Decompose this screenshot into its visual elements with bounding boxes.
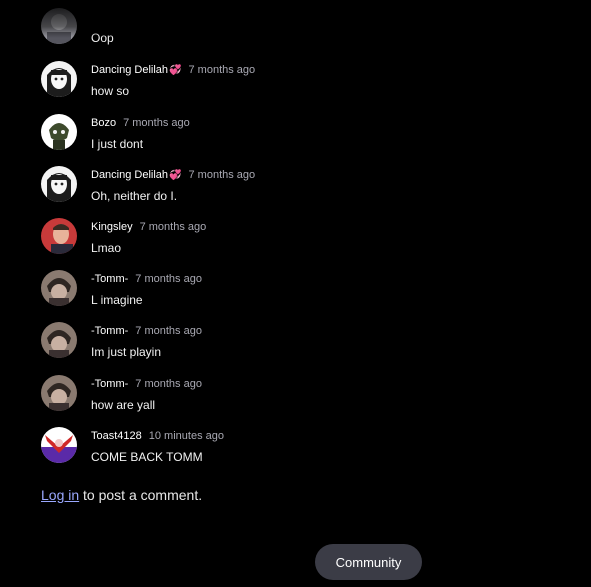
timestamp: 7 months ago bbox=[135, 325, 202, 337]
comment-item: Bozo 7 months ago I just dont bbox=[41, 114, 561, 154]
comment-item: Dancing Delilah💞 7 months ago Oh, neither… bbox=[41, 166, 561, 206]
comment-item: Oop bbox=[41, 8, 561, 48]
heart-emoji-icon: 💞 bbox=[169, 170, 182, 181]
comment-meta: Dancing Delilah💞 7 months ago bbox=[91, 168, 255, 183]
tomm-avatar[interactable] bbox=[41, 270, 77, 306]
comment-text: Im just playin bbox=[91, 345, 162, 359]
comment-text: COME BACK TOMM bbox=[91, 450, 203, 464]
comment-item: Toast4128 10 minutes ago COME BACK TOMM bbox=[41, 427, 561, 467]
username-link[interactable]: Dancing Delilah bbox=[91, 169, 168, 181]
comment-meta: Toast4128 10 minutes ago bbox=[91, 429, 224, 443]
comment-meta: -Tomm- 7 months ago bbox=[91, 377, 202, 391]
comment-text: Oh, neither do I. bbox=[91, 189, 178, 203]
comment-item: -Tomm- 7 months ago Im just playin bbox=[41, 322, 561, 362]
comment-text: Lmao bbox=[91, 241, 122, 255]
comment-item: -Tomm- 7 months ago how are yall bbox=[41, 375, 561, 415]
comment-meta: Kingsley 7 months ago bbox=[91, 220, 206, 234]
username-link[interactable]: Dancing Delilah bbox=[91, 64, 168, 76]
comment-text: how are yall bbox=[91, 398, 156, 412]
comment-meta: -Tomm- 7 months ago bbox=[91, 324, 202, 338]
tomm-avatar[interactable] bbox=[41, 322, 77, 358]
username-link[interactable]: Toast4128 bbox=[91, 430, 142, 442]
username-link[interactable]: -Tomm- bbox=[91, 378, 128, 390]
green-goblin-avatar[interactable] bbox=[41, 114, 77, 150]
timestamp: 7 months ago bbox=[188, 169, 256, 181]
community-button[interactable]: Community bbox=[315, 544, 422, 580]
comment-text: how so bbox=[91, 84, 130, 98]
timestamp: 7 months ago bbox=[139, 221, 207, 233]
username-link[interactable]: Bozo bbox=[91, 117, 116, 129]
red-man-avatar[interactable] bbox=[41, 218, 77, 254]
comment-meta: Bozo 7 months ago bbox=[91, 116, 190, 130]
comment-text: I just dont bbox=[91, 137, 144, 151]
red-purple-avatar[interactable] bbox=[41, 427, 77, 463]
heart-emoji-icon: 💞 bbox=[169, 65, 182, 76]
timestamp: 10 minutes ago bbox=[148, 430, 224, 442]
comment-item: Kingsley 7 months ago Lmao bbox=[41, 218, 561, 258]
comment-meta: Dancing Delilah💞 7 months ago bbox=[91, 63, 255, 78]
timestamp: 7 months ago bbox=[123, 117, 190, 129]
timestamp: 7 months ago bbox=[135, 273, 202, 285]
comment-text: L imagine bbox=[91, 293, 143, 307]
timestamp: 7 months ago bbox=[135, 378, 202, 390]
login-prompt: Log in to post a comment. bbox=[41, 487, 202, 503]
login-link[interactable]: Log in bbox=[41, 487, 79, 503]
pale-girl-avatar[interactable] bbox=[41, 61, 77, 97]
username-link[interactable]: -Tomm- bbox=[91, 325, 128, 337]
partial-avatar[interactable] bbox=[41, 8, 77, 44]
pale-girl-avatar[interactable] bbox=[41, 166, 77, 202]
timestamp: 7 months ago bbox=[188, 64, 256, 76]
username-link[interactable]: Kingsley bbox=[91, 221, 133, 233]
comment-item: -Tomm- 7 months ago L imagine bbox=[41, 270, 561, 310]
comment-meta: -Tomm- 7 months ago bbox=[91, 272, 202, 286]
comment-text: Oop bbox=[91, 31, 114, 45]
username-link[interactable]: -Tomm- bbox=[91, 273, 128, 285]
login-prompt-text: to post a comment. bbox=[79, 487, 203, 503]
comments-page: Oop Dancing Delilah💞 7 months ago how so … bbox=[0, 0, 591, 587]
comment-item: Dancing Delilah💞 7 months ago how so bbox=[41, 61, 561, 101]
tomm-avatar[interactable] bbox=[41, 375, 77, 411]
